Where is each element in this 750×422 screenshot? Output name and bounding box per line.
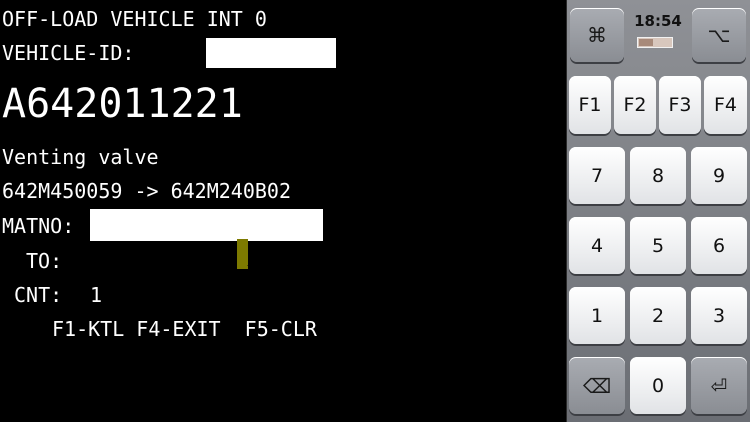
key-8-label: 8 <box>651 164 665 187</box>
key-5[interactable]: 5 <box>630 217 686 274</box>
option-key[interactable]: ⌥ <box>692 8 746 62</box>
part-description: Venting valve <box>2 145 159 169</box>
text-cursor <box>236 239 248 269</box>
key-1-label: 1 <box>590 304 604 327</box>
key-6[interactable]: 6 <box>691 217 747 274</box>
key-9-label: 9 <box>712 164 726 187</box>
battery-level <box>639 39 654 46</box>
f3-label: F3 <box>668 94 692 116</box>
cnt-value: 1 <box>90 283 103 307</box>
vehicle-id-field[interactable]: 152236695_ <box>206 38 377 95</box>
to-label: TO: <box>26 249 63 273</box>
key-0-label: 0 <box>651 374 665 397</box>
key-8[interactable]: 8 <box>630 147 686 204</box>
function-key-legend: F1-KTL F4-EXIT F5-CLR <box>52 317 317 341</box>
f4-key[interactable]: F4 <box>704 76 747 134</box>
key-3-label: 3 <box>712 304 726 327</box>
terminal-screen[interactable]: OFF-LOAD VEHICLE INT 0 VEHICLE-ID: 15223… <box>0 0 566 422</box>
key-3[interactable]: 3 <box>691 287 747 344</box>
option-icon: ⌥ <box>707 23 731 47</box>
f3-key[interactable]: F3 <box>659 76 701 134</box>
backspace-key[interactable]: ⌫ <box>569 357 625 414</box>
key-7[interactable]: 7 <box>569 147 625 204</box>
part-number: A642011221 <box>2 81 243 127</box>
battery-icon <box>637 37 673 48</box>
matno-empty-slots: __________ <box>247 242 368 266</box>
key-4-label: 4 <box>590 234 604 257</box>
key-2-label: 2 <box>651 304 665 327</box>
key-2[interactable]: 2 <box>630 287 686 344</box>
key-5-label: 5 <box>651 234 665 257</box>
cnt-label: CNT: <box>14 283 63 307</box>
matno-label: MATNO: <box>2 214 75 238</box>
vehicle-id-label: VEHICLE-ID: <box>2 41 135 65</box>
location-transfer: 642M450059 -> 642M240B02 <box>2 179 291 203</box>
backspace-icon: ⌫ <box>582 373 612 398</box>
vehicle-id-value: 152236695_ <box>256 71 377 95</box>
enter-key[interactable]: ⏎ <box>691 357 747 414</box>
f2-key[interactable]: F2 <box>614 76 656 134</box>
enter-icon: ⏎ <box>710 373 728 398</box>
f4-label: F4 <box>713 94 738 116</box>
matno-field[interactable]: 45632554 __________ <box>90 209 368 269</box>
f2-label: F2 <box>623 94 647 116</box>
f1-label: F1 <box>578 94 602 116</box>
key-1[interactable]: 1 <box>569 287 625 344</box>
key-0[interactable]: 0 <box>630 357 686 414</box>
key-6-label: 6 <box>712 234 726 257</box>
screen-header: OFF-LOAD VEHICLE INT 0 <box>2 7 267 31</box>
status-time: 18:54 <box>634 12 682 30</box>
key-4[interactable]: 4 <box>569 217 625 274</box>
key-7-label: 7 <box>590 164 604 187</box>
key-9[interactable]: 9 <box>691 147 747 204</box>
command-icon: ⌘ <box>587 23 607 47</box>
f1-key[interactable]: F1 <box>569 76 611 134</box>
matno-value: 45632554 <box>140 242 237 266</box>
command-key[interactable]: ⌘ <box>570 8 624 62</box>
